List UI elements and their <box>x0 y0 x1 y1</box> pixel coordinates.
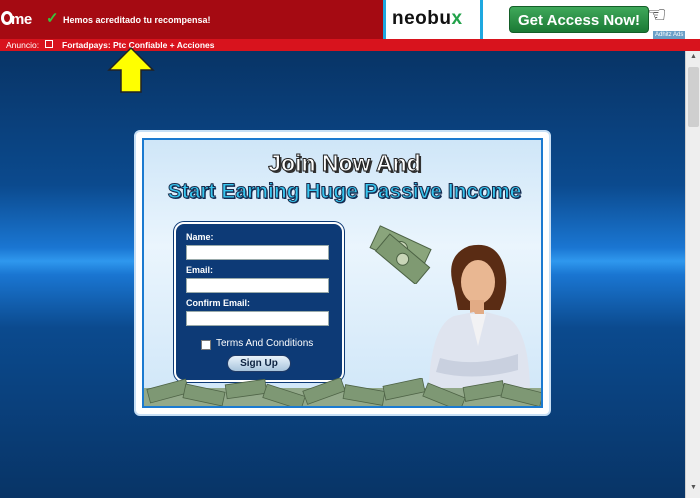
neobux-logo: neobux <box>392 8 463 29</box>
confirm-email-label: Confirm Email: <box>186 298 251 308</box>
neobux-banner[interactable]: neobux <box>383 0 483 39</box>
logo-text: me <box>11 11 32 28</box>
sign-up-button[interactable]: Sign Up <box>227 355 291 372</box>
signup-form: Name: Email: Confirm Email: Terms And Co… <box>174 222 344 382</box>
ad-headline-join: Join Now And <box>268 150 421 177</box>
announcement-bar: Anuncio: Fortadpays: Ptc Confiable + Acc… <box>0 39 700 51</box>
confirm-email-input[interactable] <box>186 311 329 326</box>
pointing-hand-icon: ☜ <box>647 2 667 27</box>
get-access-now-button[interactable]: Get Access Now! <box>509 6 649 33</box>
scroll-up-icon[interactable]: ▲ <box>688 53 699 65</box>
email-input[interactable] <box>186 278 329 293</box>
signup-ad-inner: Join Now And Start Earning Huge Passive … <box>142 138 543 408</box>
money-pile-image <box>144 378 541 406</box>
terms-label[interactable]: Terms And Conditions <box>216 338 313 349</box>
email-label: Email: <box>186 265 214 275</box>
vertical-scrollbar[interactable]: ▲ ▼ <box>685 51 700 498</box>
announcement-label: Anuncio: <box>6 40 40 50</box>
adhitz-ads-label[interactable]: Adhitz Ads <box>653 31 686 39</box>
terms-checkbox[interactable] <box>201 340 211 350</box>
name-input[interactable] <box>186 245 329 260</box>
scroll-down-icon[interactable]: ▼ <box>688 484 699 496</box>
checkmark-icon: ✓ <box>46 10 59 27</box>
ad-headline-earning: Start Earning Huge Passive Income <box>167 180 522 204</box>
signup-ad-card: Join Now And Start Earning Huge Passive … <box>134 130 551 416</box>
ad-banner[interactable]: Get Access Now! ☜ Adhitz Ads <box>483 0 700 39</box>
scroll-thumb[interactable] <box>688 67 699 127</box>
yellow-arrow-icon <box>107 46 155 93</box>
external-link-icon[interactable] <box>45 40 53 48</box>
site-logo[interactable]: me <box>0 8 40 32</box>
reward-credited-message: Hemos acreditado tu recompensa! <box>63 15 211 25</box>
name-label: Name: <box>186 232 214 242</box>
top-bar: me ✓ Hemos acreditado tu recompensa! neo… <box>0 0 700 39</box>
